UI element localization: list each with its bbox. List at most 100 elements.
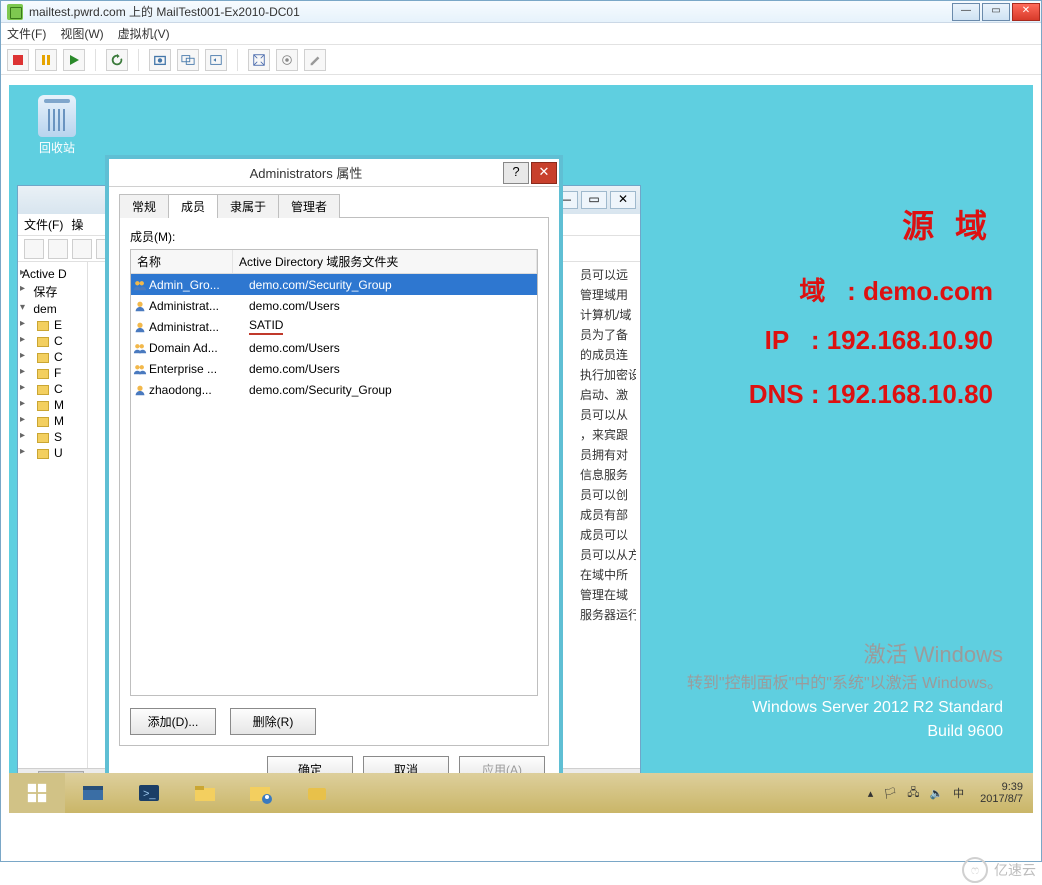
group-icon bbox=[131, 278, 149, 292]
row-folder: demo.com/Security_Group bbox=[249, 383, 537, 397]
tree-item[interactable]: S bbox=[20, 429, 85, 445]
tray-network-icon[interactable]: 🖧 bbox=[907, 784, 919, 803]
dialog-close-button[interactable]: ✕ bbox=[531, 162, 557, 184]
list-item[interactable]: Admin_Gro...demo.com/Security_Group bbox=[131, 274, 537, 295]
snapshot-manager-icon[interactable] bbox=[177, 49, 199, 71]
aduc-tool-2[interactable] bbox=[48, 239, 68, 259]
host-menubar: 文件(F) 视图(W) 虚拟机(V) bbox=[1, 23, 1041, 45]
power-off-button[interactable] bbox=[7, 49, 29, 71]
revert-icon[interactable] bbox=[205, 49, 227, 71]
host-window: mailtest.pwrd.com 上的 MailTest001-Ex2010-… bbox=[0, 0, 1042, 862]
tray-flag-icon[interactable]: 🏳 bbox=[883, 787, 897, 800]
row-folder: SATID bbox=[249, 318, 537, 335]
tree-item[interactable]: M bbox=[20, 397, 85, 413]
os-line2: Build 9600 bbox=[687, 723, 1003, 741]
tab-memberof[interactable]: 隶属于 bbox=[217, 194, 279, 218]
activation-watermark: 激活 Windows 转到"控制面板"中的"系统"以激活 Windows。 Wi… bbox=[687, 637, 1003, 741]
row-name: Admin_Gro... bbox=[149, 278, 249, 292]
recycle-bin[interactable]: 回收站 bbox=[27, 95, 87, 156]
group-icon bbox=[131, 362, 149, 376]
overlay-domain: 域 : demo.com bbox=[799, 271, 993, 308]
row-name: Administrat... bbox=[149, 320, 249, 334]
members-list[interactable]: 名称 Active Directory 域服务文件夹 Admin_Gro...d… bbox=[130, 249, 538, 696]
aduc-tool-1[interactable] bbox=[24, 239, 44, 259]
tree-item[interactable]: M bbox=[20, 413, 85, 429]
windows-icon bbox=[26, 782, 48, 804]
tree-item[interactable]: U bbox=[20, 445, 85, 461]
tab-members[interactable]: 成员 bbox=[168, 194, 218, 218]
list-item[interactable]: Administrat...SATID bbox=[131, 316, 537, 337]
image-watermark: ෆ 亿速云 bbox=[962, 857, 1036, 883]
host-maximize-button[interactable]: ▭ bbox=[982, 3, 1010, 21]
tray-volume-icon[interactable]: 🔈 bbox=[929, 787, 943, 800]
list-item[interactable]: Enterprise ...demo.com/Users bbox=[131, 358, 537, 379]
start-button[interactable] bbox=[9, 773, 65, 813]
aduc-tree[interactable]: Active D 保存 dem E C C F C M M S U bbox=[18, 262, 88, 768]
refresh-icon[interactable] bbox=[106, 49, 128, 71]
tree-root[interactable]: Active D bbox=[20, 266, 85, 282]
unity-icon[interactable] bbox=[276, 49, 298, 71]
row-name: Domain Ad... bbox=[149, 341, 249, 355]
overlay-title: 源 域 bbox=[902, 201, 993, 247]
pin-aduc[interactable] bbox=[233, 773, 289, 813]
col-folder[interactable]: Active Directory 域服务文件夹 bbox=[233, 250, 537, 273]
pause-button[interactable] bbox=[35, 49, 57, 71]
snapshot-icon[interactable] bbox=[149, 49, 171, 71]
dialog-help-button[interactable]: ? bbox=[503, 162, 529, 184]
list-header: 名称 Active Directory 域服务文件夹 bbox=[131, 250, 537, 274]
user-icon bbox=[131, 299, 149, 313]
tree-item[interactable]: C bbox=[20, 333, 85, 349]
list-item[interactable]: Administrat...demo.com/Users bbox=[131, 295, 537, 316]
tray-clock[interactable]: 9:39 2017/8/7 bbox=[974, 781, 1029, 805]
recycle-bin-icon bbox=[38, 95, 76, 137]
aduc-tool-3[interactable] bbox=[72, 239, 92, 259]
tree-item[interactable]: E bbox=[20, 317, 85, 333]
list-item[interactable]: Domain Ad...demo.com/Users bbox=[131, 337, 537, 358]
group-icon bbox=[131, 341, 149, 355]
settings-icon[interactable] bbox=[304, 49, 326, 71]
host-menu-file[interactable]: 文件(F) bbox=[7, 25, 46, 42]
pin-explorer[interactable] bbox=[177, 773, 233, 813]
dialog-titlebar: Administrators 属性 ? ✕ bbox=[109, 159, 559, 187]
fullscreen-icon[interactable] bbox=[248, 49, 270, 71]
recycle-bin-label: 回收站 bbox=[27, 139, 87, 156]
add-button[interactable]: 添加(D)... bbox=[130, 708, 216, 735]
aduc-menu-more[interactable]: 操 bbox=[71, 216, 83, 233]
tree-item[interactable]: C bbox=[20, 349, 85, 365]
tray-ime-icon[interactable]: 中 bbox=[953, 785, 964, 801]
taskbar: >_ ▴ 🏳 🖧 🔈 中 9:39 2017/8/7 bbox=[9, 773, 1033, 813]
user-icon bbox=[131, 383, 149, 397]
aduc-maximize-button[interactable]: ▭ bbox=[581, 191, 607, 209]
tree-item[interactable]: C bbox=[20, 381, 85, 397]
os-line1: Windows Server 2012 R2 Standard bbox=[687, 699, 1003, 717]
pin-app[interactable] bbox=[289, 773, 345, 813]
svg-text:>_: >_ bbox=[143, 788, 156, 800]
tab-managedby[interactable]: 管理者 bbox=[278, 194, 340, 218]
aduc-close-button[interactable]: ✕ bbox=[610, 191, 636, 209]
play-button[interactable] bbox=[63, 49, 85, 71]
col-name[interactable]: 名称 bbox=[131, 250, 233, 273]
host-minimize-button[interactable]: — bbox=[952, 3, 980, 21]
tree-domain[interactable]: dem bbox=[20, 301, 85, 317]
aduc-menu-file[interactable]: 文件(F) bbox=[24, 216, 63, 233]
tree-saved[interactable]: 保存 bbox=[20, 282, 85, 301]
pin-powershell[interactable]: >_ bbox=[121, 773, 177, 813]
tree-item[interactable]: F bbox=[20, 365, 85, 381]
host-menu-view[interactable]: 视图(W) bbox=[60, 25, 103, 42]
activation-sub: 转到"控制面板"中的"系统"以激活 Windows。 bbox=[687, 669, 1003, 693]
tab-body: 成员(M): 名称 Active Directory 域服务文件夹 Admin_… bbox=[119, 217, 549, 746]
row-folder: demo.com/Users bbox=[249, 299, 537, 313]
tray-time: 9:39 bbox=[980, 781, 1023, 793]
guest-desktop: 回收站 源 域 域 : demo.com IP : 192.168.10.90 … bbox=[9, 85, 1033, 813]
tab-general[interactable]: 常规 bbox=[119, 194, 169, 218]
tray-arrow-icon[interactable]: ▴ bbox=[868, 787, 874, 800]
tray-date: 2017/8/7 bbox=[980, 793, 1023, 805]
activation-title: 激活 Windows bbox=[687, 637, 1003, 669]
host-titlebar: mailtest.pwrd.com 上的 MailTest001-Ex2010-… bbox=[1, 1, 1041, 23]
list-item[interactable]: zhaodong...demo.com/Security_Group bbox=[131, 379, 537, 400]
pin-server-manager[interactable] bbox=[65, 773, 121, 813]
host-menu-vm[interactable]: 虚拟机(V) bbox=[118, 25, 170, 42]
host-close-button[interactable]: ✕ bbox=[1012, 3, 1040, 21]
aduc-description-col: 员可以远管理域用计算机/域员为了备的成员连执行加密设启动、激员可以从，来宾跟员拥… bbox=[580, 266, 636, 626]
remove-button[interactable]: 删除(R) bbox=[230, 708, 316, 735]
